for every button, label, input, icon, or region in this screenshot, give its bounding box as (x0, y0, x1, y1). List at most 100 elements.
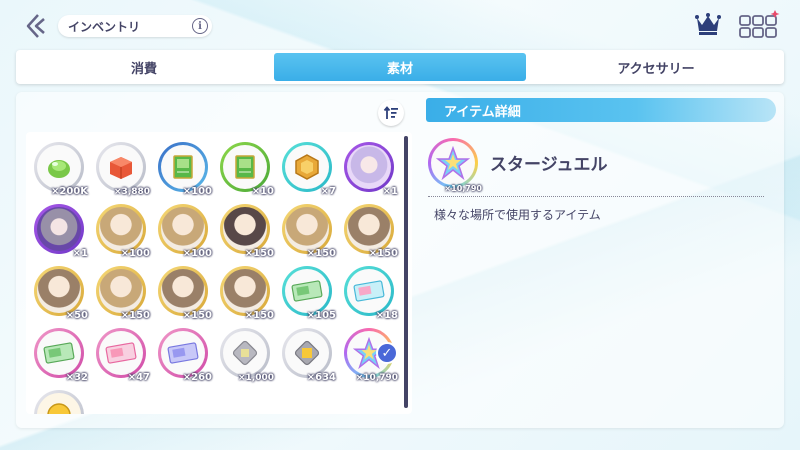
tab-materials[interactable]: 素材 (274, 53, 526, 81)
inventory-item[interactable]: ×100 (158, 204, 212, 259)
item-frame (34, 142, 84, 192)
gold-chip-icon (285, 331, 329, 375)
item-frame (34, 266, 84, 316)
item-frame (158, 204, 208, 254)
detail-divider (428, 196, 764, 197)
inventory-item[interactable]: ×7 (282, 142, 336, 197)
inventory-item[interactable]: ×32 (34, 328, 88, 383)
item-count: ×150 (368, 248, 398, 259)
star-jewel-icon (431, 141, 475, 185)
character-portrait (223, 269, 267, 313)
tab-accessories[interactable]: アクセサリー (530, 53, 782, 81)
cyan-ticket-icon (347, 269, 391, 313)
character-portrait (37, 207, 81, 251)
item-frame (34, 204, 84, 254)
character-portrait (347, 145, 391, 189)
selected-check-icon: ✓ (376, 342, 398, 364)
item-scrollbar[interactable] (404, 136, 408, 408)
inventory-item[interactable]: ×1 (344, 142, 398, 197)
inventory-item[interactable]: ×634 (282, 328, 336, 383)
inventory-item[interactable] (34, 390, 86, 414)
gold-coin-icon (37, 393, 81, 414)
item-frame (344, 266, 394, 316)
inventory-item[interactable]: ×150 (282, 204, 336, 259)
character-portrait (223, 207, 267, 251)
item-count: ×1 (382, 186, 398, 197)
item-frame (158, 142, 208, 192)
item-frame (220, 328, 270, 378)
item-count: ×10,790 (355, 373, 398, 383)
green-gem-icon (37, 145, 81, 189)
inventory-item[interactable]: ×150 (220, 204, 274, 259)
back-arrow-icon (26, 14, 45, 38)
item-frame (282, 142, 332, 192)
item-count: ×150 (306, 248, 336, 259)
item-frame (96, 328, 146, 378)
detail-item-count: ×10,790 (444, 184, 482, 193)
item-count: ×105 (306, 310, 336, 321)
inventory-item[interactable]: ×3,880 (96, 142, 150, 197)
red-box-icon (99, 145, 143, 189)
tab-consumables[interactable]: 消費 (18, 53, 270, 81)
item-frame (282, 204, 332, 254)
inventory-item[interactable]: ×100 (96, 204, 150, 259)
item-frame (96, 266, 146, 316)
inventory-item[interactable]: ×150 (220, 266, 274, 321)
item-frame (220, 142, 270, 192)
item-count: ×100 (182, 186, 212, 197)
sort-button[interactable] (378, 100, 404, 126)
character-portrait (37, 269, 81, 313)
purple-ticket-icon (161, 331, 205, 375)
item-frame (96, 204, 146, 254)
inventory-item[interactable]: ×10,790 ✓ (344, 328, 398, 383)
page-title: インベントリ i (58, 15, 212, 37)
inventory-item[interactable]: ×50 (34, 266, 88, 321)
item-frame (344, 204, 394, 254)
inventory-item[interactable]: ×1 (34, 204, 88, 259)
character-portrait (161, 207, 205, 251)
item-count: ×7 (320, 186, 336, 197)
inventory-item[interactable]: ×105 (282, 266, 336, 321)
inventory-item[interactable]: ×47 (96, 328, 150, 383)
item-grid[interactable]: ×200K ×3,880 ×100 ×10 ×7 ×1 ×1 ×100 ×100 ×150 ×150… (26, 132, 412, 414)
inventory-item[interactable]: ×100 (158, 142, 212, 197)
pink-ticket-icon (99, 331, 143, 375)
item-frame (34, 390, 84, 414)
inventory-item[interactable]: ×1,000 (220, 328, 274, 383)
back-button[interactable] (24, 12, 52, 40)
item-frame (220, 204, 270, 254)
item-count: ×32 (65, 372, 88, 383)
scrollbar-thumb[interactable] (404, 136, 408, 408)
character-portrait (99, 269, 143, 313)
item-count: ×10 (251, 186, 274, 197)
green-ticket-icon (37, 331, 81, 375)
inventory-item[interactable]: ×200K (34, 142, 88, 197)
page-title-text: インベントリ (68, 19, 141, 34)
inventory-item[interactable]: ×150 (158, 266, 212, 321)
detail-item-name: スタージュエル (490, 155, 608, 175)
item-count: ×634 (306, 372, 336, 383)
inventory-item[interactable]: ×260 (158, 328, 212, 383)
inventory-item[interactable]: ×150 (344, 204, 398, 259)
menu-grid-icon[interactable] (738, 10, 780, 40)
item-frame (158, 266, 208, 316)
inventory-item[interactable]: ×18 (344, 266, 398, 321)
inventory-item[interactable]: ×150 (96, 266, 150, 321)
item-count: ×150 (244, 248, 274, 259)
item-count: ×50 (65, 310, 88, 321)
item-frame (34, 328, 84, 378)
item-count: ×1,000 (237, 373, 274, 383)
green-book-icon (223, 145, 267, 189)
crown-icon[interactable] (694, 12, 722, 36)
character-portrait (99, 207, 143, 251)
item-count: ×200K (50, 186, 88, 197)
item-count: ×3,880 (113, 187, 150, 197)
inventory-item[interactable]: ×10 (220, 142, 274, 197)
item-count: ×150 (120, 310, 150, 321)
character-portrait (347, 207, 391, 251)
detail-item-icon: ×10,790 (428, 138, 482, 193)
item-frame (220, 266, 270, 316)
info-icon[interactable]: i (192, 18, 208, 34)
character-portrait (161, 269, 205, 313)
item-frame (96, 142, 146, 192)
